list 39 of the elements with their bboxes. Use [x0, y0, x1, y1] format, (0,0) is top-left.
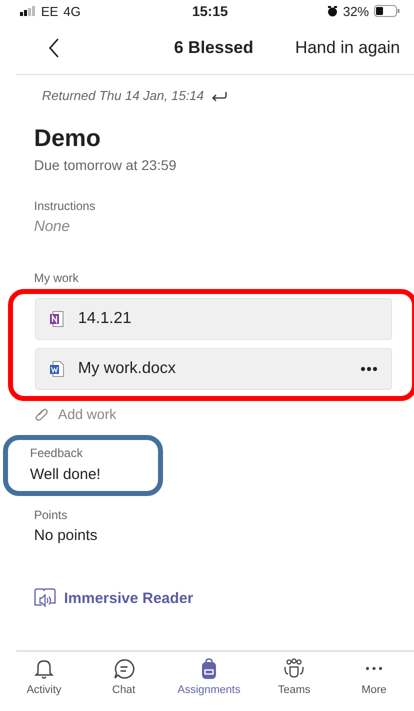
instructions-value: None [34, 218, 71, 235]
hand-in-again-button[interactable]: Hand in again [295, 38, 400, 58]
network-type: 4G [63, 4, 81, 18]
nav-tab[interactable]: Teams [268, 658, 320, 711]
bell-icon [33, 658, 55, 680]
nav-tab[interactable]: Activity [18, 658, 70, 711]
nav-tab[interactable]: Chat [98, 658, 150, 711]
field-label: Points [34, 508, 68, 522]
more-icon [366, 667, 382, 670]
returned-date: Returned Thu 14 Jan, 15:14 [42, 88, 204, 103]
battery-percent: 32% [342, 4, 369, 18]
immersive-reader-button[interactable]: Immersive Reader [34, 588, 194, 608]
add-work-button[interactable]: Add work [34, 405, 116, 423]
nav-tab[interactable]: Assignments [178, 658, 240, 711]
signal-icon [20, 6, 36, 16]
points-value: No points [34, 527, 98, 544]
chevron-left-icon [48, 38, 60, 58]
carrier-name: EE [41, 4, 58, 18]
book-speaker-icon [34, 588, 56, 608]
field-label: My work [34, 271, 80, 285]
return-arrow-icon [210, 90, 227, 100]
chat-bubble-icon [112, 658, 135, 680]
onenote-file-icon [50, 311, 64, 327]
paperclip-icon [34, 407, 48, 421]
clock-time: 15:15 [192, 3, 228, 19]
file-attachment[interactable]: My work.docx [35, 348, 392, 390]
people-icon [283, 658, 306, 680]
field-label: Feedback [30, 446, 84, 460]
assignment-title: Demo [34, 125, 102, 153]
battery-icon [374, 5, 400, 17]
feedback-text: Well done! [30, 466, 102, 483]
due-date: Due tomorrow at 23:59 [34, 157, 178, 173]
page-title: 6 Blessed [174, 38, 254, 58]
more-options-icon[interactable] [361, 367, 377, 371]
nav-tab[interactable]: More [348, 658, 400, 711]
field-label: Instructions [34, 199, 96, 213]
alarm-clock-icon [326, 6, 338, 16]
file-attachment[interactable]: 14.1.21 [35, 298, 392, 340]
word-file-icon [50, 361, 64, 377]
